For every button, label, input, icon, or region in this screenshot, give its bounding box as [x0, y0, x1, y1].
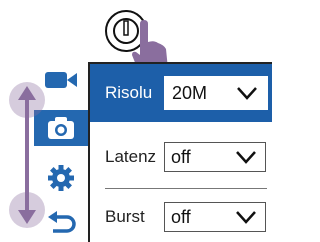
- camera-icon: [48, 117, 74, 139]
- setting-row-latency[interactable]: Latenz off: [90, 132, 272, 182]
- chevron-down-icon: [236, 151, 256, 164]
- camera-screen: Risolu 20M Latenz off Burst off: [0, 62, 272, 242]
- latency-select[interactable]: off: [164, 142, 266, 172]
- select-value: off: [171, 146, 191, 167]
- setting-row-burst[interactable]: Burst off: [90, 192, 272, 242]
- vertical-scroll-arrows-icon: [9, 82, 45, 228]
- setting-label: Latenz: [105, 147, 157, 166]
- setting-label: Risolu: [105, 83, 153, 102]
- chevron-down-icon: [236, 211, 256, 224]
- select-value: off: [171, 206, 191, 227]
- setting-label: Burst: [105, 207, 145, 226]
- chevron-down-icon: [237, 87, 257, 100]
- burst-select[interactable]: off: [164, 202, 266, 232]
- gear-icon: [48, 165, 74, 191]
- back-arrow-icon: [48, 211, 76, 233]
- setting-row-resolution[interactable]: Risolu 20M: [90, 64, 272, 122]
- row-divider: [105, 188, 267, 189]
- settings-panel: Risolu 20M Latenz off Burst off: [88, 62, 272, 242]
- resolution-select[interactable]: 20M: [164, 76, 268, 110]
- select-value: 20M: [172, 82, 208, 103]
